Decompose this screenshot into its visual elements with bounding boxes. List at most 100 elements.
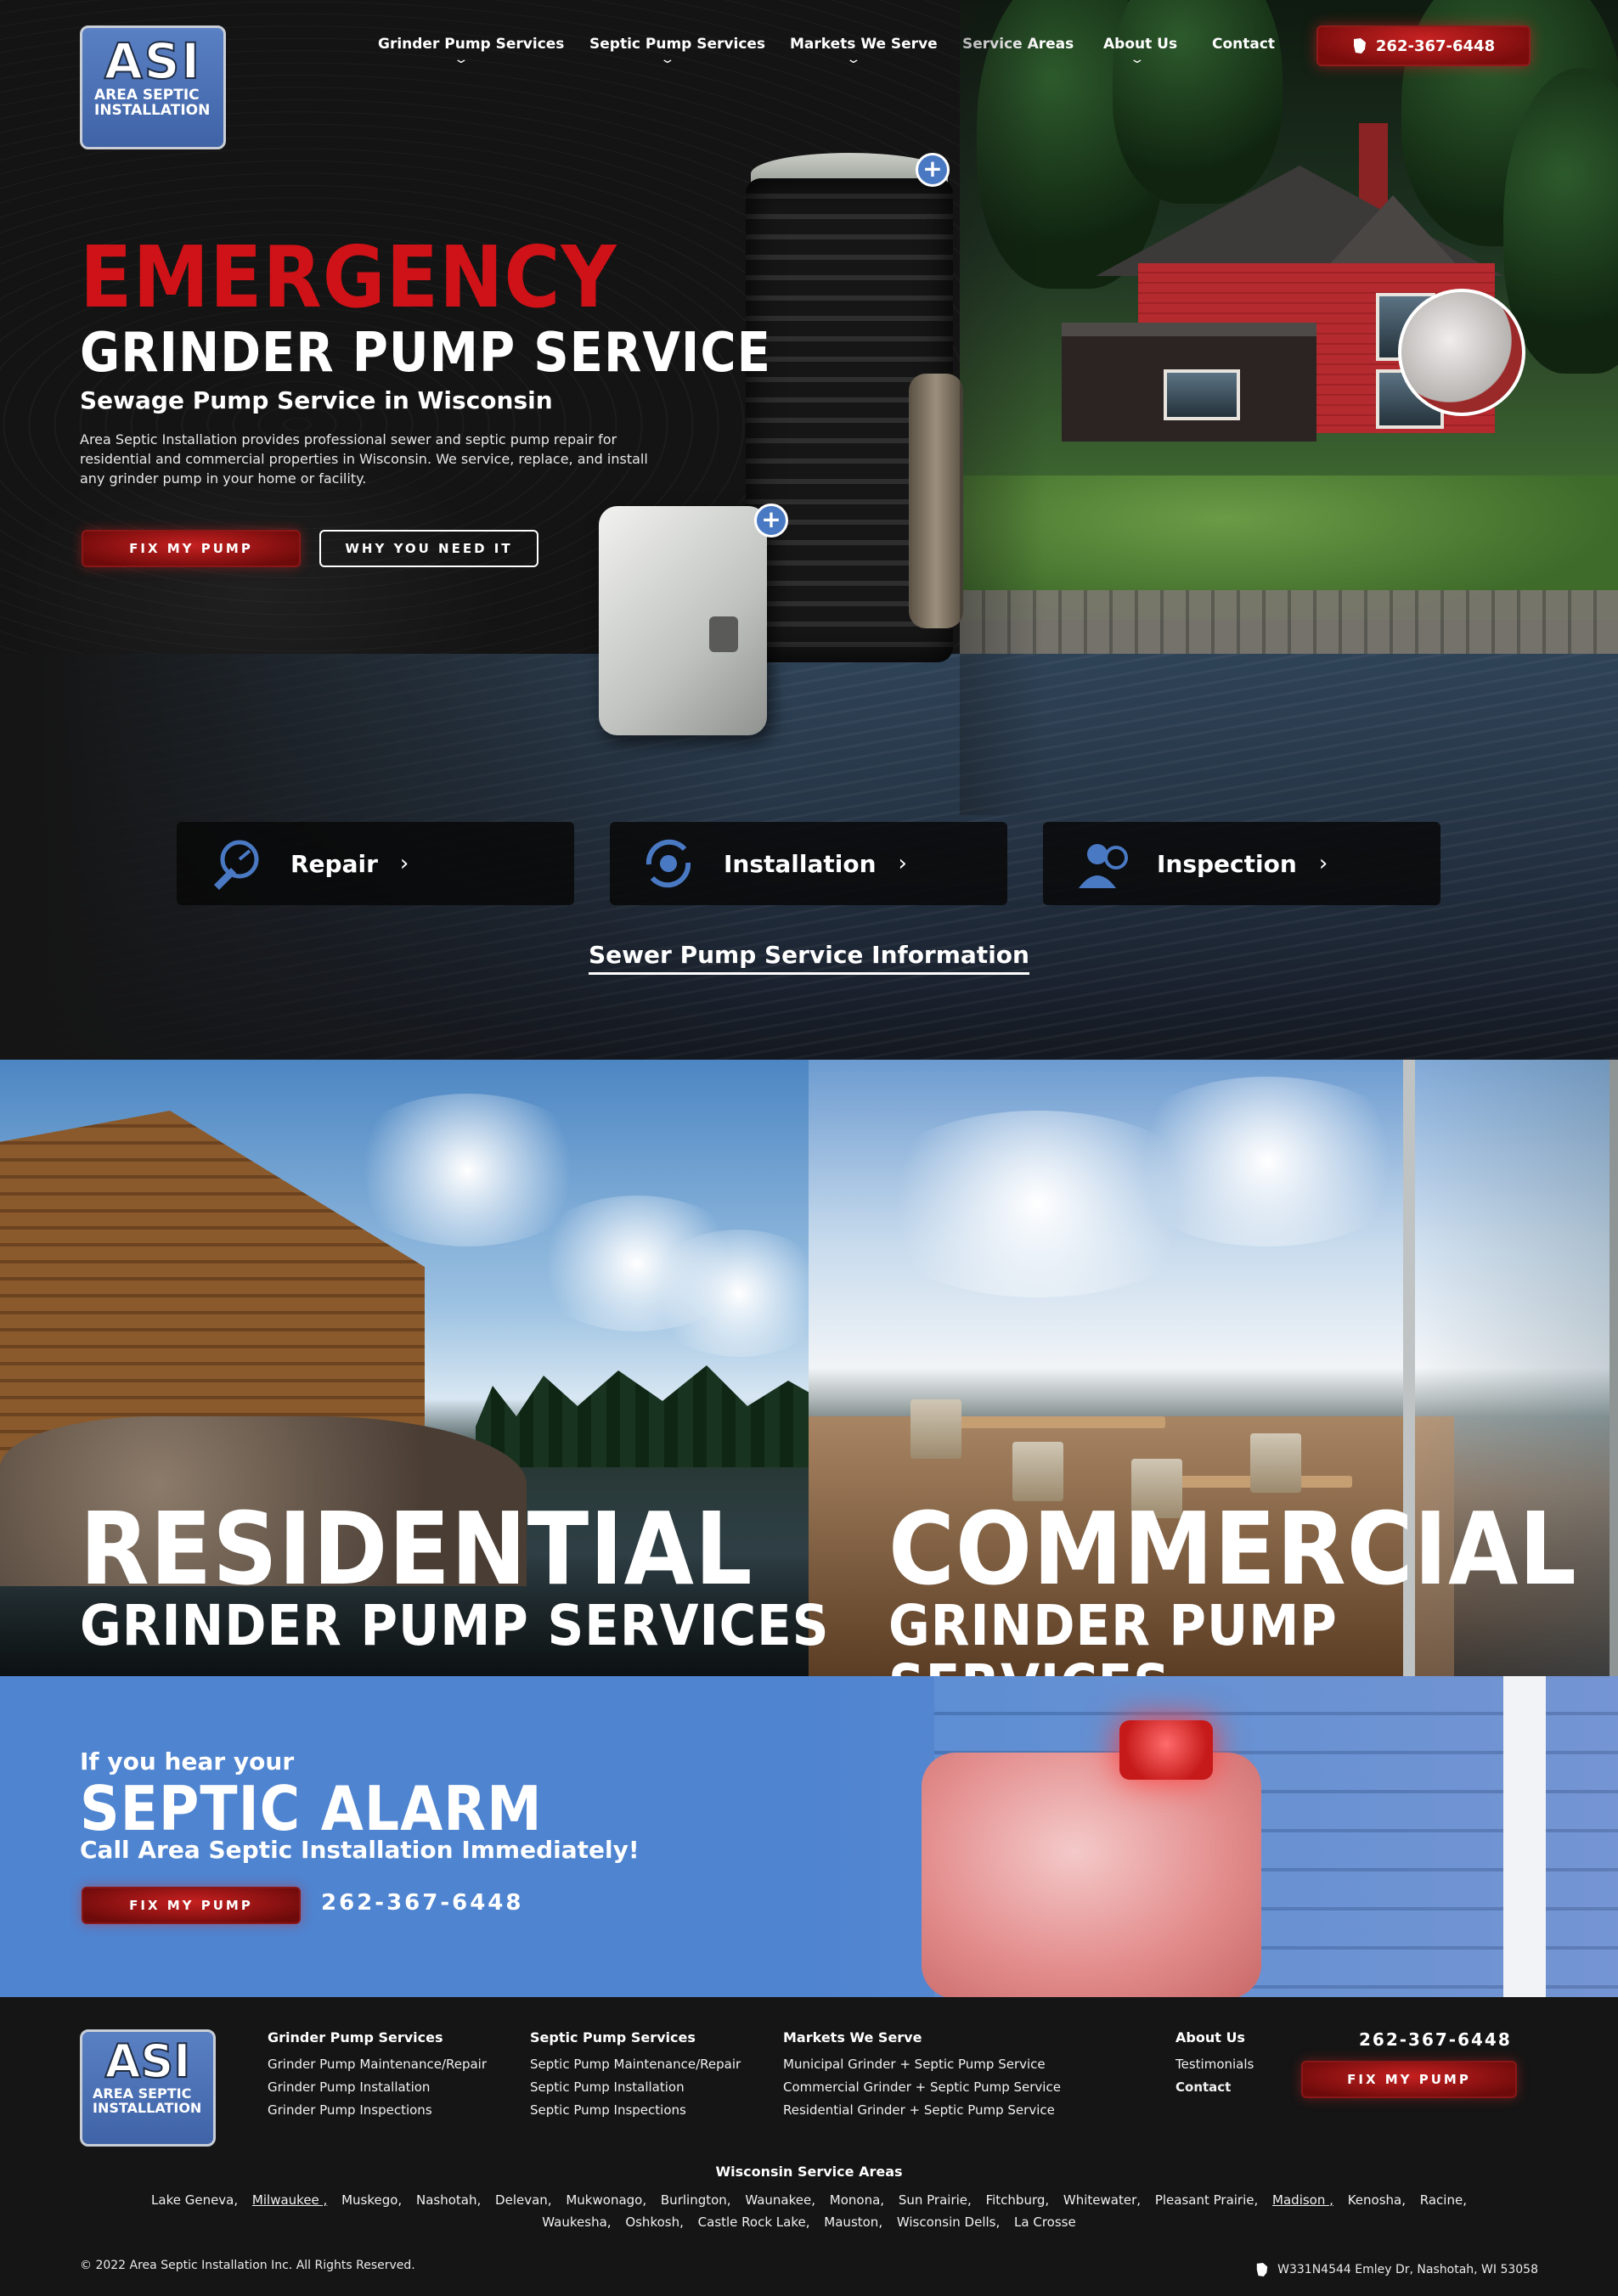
footer-link[interactable]: Septic Pump Inspections bbox=[530, 2099, 741, 2122]
asi-logo[interactable]: ASI AREA SEPTIC INSTALLATION bbox=[80, 25, 226, 149]
septic-alarm-image bbox=[922, 1753, 1261, 1997]
hero-description: Area Septic Installation provides profes… bbox=[80, 431, 648, 487]
chevron-down-icon[interactable]: ⌄ bbox=[1129, 53, 1145, 66]
footer-link[interactable]: Grinder Pump Maintenance/Repair bbox=[268, 2053, 487, 2076]
wisconsin-icon bbox=[1256, 2263, 1268, 2276]
service-area-link[interactable]: Mukwonago, bbox=[566, 2192, 646, 2208]
header-phone-button[interactable]: 262-367-6448 bbox=[1316, 25, 1531, 66]
logo-text-line1: AREA SEPTIC bbox=[93, 2085, 192, 2102]
hero-emergency-heading: EMERGENCY bbox=[80, 228, 617, 327]
service-area-link[interactable]: Kenosha, bbox=[1348, 2192, 1406, 2208]
service-card-label: Installation bbox=[724, 849, 877, 878]
service-area-link[interactable]: La Crosse bbox=[1014, 2214, 1076, 2230]
service-area-link[interactable]: Wisconsin Dells, bbox=[897, 2214, 1000, 2230]
service-area-link[interactable]: Milwaukee , bbox=[252, 2192, 327, 2208]
logo-text-line1: AREA SEPTIC bbox=[94, 87, 200, 104]
logo-text-line2: INSTALLATION bbox=[93, 2100, 202, 2116]
wrench-gauge-icon bbox=[214, 840, 259, 890]
alarm-call-text: Call Area Septic Installation Immediatel… bbox=[80, 1836, 640, 1864]
chevron-down-icon[interactable]: ⌄ bbox=[845, 53, 861, 66]
footer-link[interactable]: Residential Grinder + Septic Pump Servic… bbox=[783, 2099, 1061, 2122]
alarm-callout-circle[interactable] bbox=[1398, 289, 1525, 416]
alarm-fix-my-pump-button[interactable]: FIX MY PUMP bbox=[82, 1887, 301, 1924]
service-area-link[interactable]: Monona, bbox=[830, 2192, 884, 2208]
copyright: © 2022 Area Septic Installation Inc. All… bbox=[80, 2259, 415, 2272]
footer-link[interactable]: Municipal Grinder + Septic Pump Service bbox=[783, 2053, 1061, 2076]
why-you-need-it-button[interactable]: WHY YOU NEED IT bbox=[319, 530, 538, 567]
logo-mark: ASI bbox=[104, 32, 202, 90]
nav-contact[interactable]: Contact bbox=[1212, 36, 1275, 53]
service-area-link[interactable]: Lake Geneva, bbox=[151, 2192, 238, 2208]
residential-heading: RESIDENTIAL bbox=[80, 1490, 753, 1607]
alarm-phone-link[interactable]: 262-367-6448 bbox=[321, 1890, 524, 1916]
nav-grinder-pump-services[interactable]: Grinder Pump Services bbox=[378, 36, 564, 53]
service-card-inspection[interactable]: Inspection › bbox=[1043, 822, 1440, 905]
service-area-link[interactable]: Madison , bbox=[1272, 2192, 1333, 2208]
footer-logo[interactable]: ASI AREA SEPTIC INSTALLATION bbox=[80, 2029, 216, 2147]
footer-link[interactable]: Contact bbox=[1175, 2076, 1254, 2099]
pump-cylinder bbox=[909, 374, 963, 628]
service-card-repair[interactable]: Repair › bbox=[177, 822, 574, 905]
address-text: W331N4544 Emley Dr, Nashotah, WI 53058 bbox=[1277, 2263, 1538, 2276]
service-areas-list: Lake Geneva, Milwaukee , Muskego, Nashot… bbox=[136, 2189, 1482, 2233]
service-card-label: Inspection bbox=[1157, 849, 1297, 878]
service-area-link[interactable]: Waunakee, bbox=[745, 2192, 815, 2208]
service-areas-heading: Wisconsin Service Areas bbox=[715, 2164, 903, 2180]
footer-heading[interactable]: Markets We Serve bbox=[783, 2029, 1061, 2046]
footer-link[interactable]: Testimonials bbox=[1175, 2053, 1254, 2076]
alarm-panel-image bbox=[599, 506, 767, 735]
chevron-down-icon[interactable]: ⌄ bbox=[659, 53, 675, 66]
service-area-link[interactable]: Oshkosh, bbox=[625, 2214, 684, 2230]
nav-markets-we-serve[interactable]: Markets We Serve bbox=[790, 36, 938, 53]
alarm-pretext: If you hear your bbox=[80, 1747, 295, 1775]
service-area-link[interactable]: Pleasant Prairie, bbox=[1155, 2192, 1258, 2208]
service-area-link[interactable]: Racine, bbox=[1420, 2192, 1467, 2208]
service-card-installation[interactable]: Installation › bbox=[610, 822, 1007, 905]
footer-fix-my-pump-button[interactable]: FIX MY PUMP bbox=[1301, 2061, 1517, 2098]
footer-phone-link[interactable]: 262-367-6448 bbox=[1359, 2029, 1512, 2050]
alarm-light bbox=[1119, 1720, 1213, 1780]
service-card-label: Repair bbox=[290, 849, 378, 878]
nav-about-us[interactable]: About Us bbox=[1103, 36, 1177, 53]
footer-heading[interactable]: Grinder Pump Services bbox=[268, 2029, 487, 2046]
service-area-link[interactable]: Sun Prairie, bbox=[899, 2192, 972, 2208]
chevron-right-icon: › bbox=[399, 851, 409, 876]
footer-link[interactable]: Grinder Pump Inspections bbox=[268, 2099, 487, 2122]
service-area-link[interactable]: Burlington, bbox=[661, 2192, 731, 2208]
hotspot-plus-icon[interactable]: + bbox=[754, 504, 788, 537]
footer-link[interactable]: Septic Pump Maintenance/Repair bbox=[530, 2053, 741, 2076]
footer-link[interactable]: Grinder Pump Installation bbox=[268, 2076, 487, 2099]
footer-link[interactable]: Septic Pump Installation bbox=[530, 2076, 741, 2099]
logo-mark: ASI bbox=[104, 2034, 192, 2088]
sewer-pump-info-link-wrap: Sewer Pump Service Information bbox=[0, 941, 1618, 975]
wisconsin-icon bbox=[1353, 38, 1366, 53]
hero-title: GRINDER PUMP SERVICE bbox=[80, 322, 771, 385]
service-area-link[interactable]: Castle Rock Lake, bbox=[698, 2214, 810, 2230]
service-area-link[interactable]: Fitchburg, bbox=[986, 2192, 1050, 2208]
fix-my-pump-button[interactable]: FIX MY PUMP bbox=[82, 530, 301, 567]
sewer-pump-info-link[interactable]: Sewer Pump Service Information bbox=[589, 941, 1029, 975]
service-area-link[interactable]: Muskego, bbox=[341, 2192, 402, 2208]
footer-col-grinder: Grinder Pump Services Grinder Pump Maint… bbox=[268, 2029, 487, 2122]
chevron-down-icon[interactable]: ⌄ bbox=[453, 53, 469, 66]
residential-title-block: RESIDENTIAL GRINDER PUMP SERVICES bbox=[80, 1490, 829, 1656]
nav-septic-pump-services[interactable]: Septic Pump Services bbox=[589, 36, 765, 53]
commercial-heading: COMMERCIAL bbox=[888, 1490, 1577, 1607]
footer-link[interactable]: Commercial Grinder + Septic Pump Service bbox=[783, 2076, 1061, 2099]
service-area-link[interactable]: Whitewater, bbox=[1063, 2192, 1141, 2208]
footer-heading[interactable]: Septic Pump Services bbox=[530, 2029, 741, 2046]
footer-heading[interactable]: About Us bbox=[1175, 2029, 1254, 2046]
header-phone-number: 262-367-6448 bbox=[1375, 37, 1496, 55]
technician-icon bbox=[1079, 844, 1128, 888]
alarm-heading: SEPTIC ALARM bbox=[80, 1773, 543, 1844]
service-area-link[interactable]: Waukesha, bbox=[542, 2214, 611, 2230]
chevron-right-icon: › bbox=[1318, 851, 1328, 876]
hotspot-plus-icon[interactable]: + bbox=[916, 153, 950, 187]
service-area-link[interactable]: Delevan, bbox=[495, 2192, 552, 2208]
gear-cycle-icon bbox=[646, 839, 691, 888]
footer-col-septic: Septic Pump Services Septic Pump Mainten… bbox=[530, 2029, 741, 2122]
chevron-right-icon: › bbox=[898, 851, 907, 876]
footer-col-about: About Us Testimonials Contact bbox=[1175, 2029, 1254, 2099]
service-area-link[interactable]: Nashotah, bbox=[416, 2192, 481, 2208]
service-area-link[interactable]: Mauston, bbox=[824, 2214, 882, 2230]
